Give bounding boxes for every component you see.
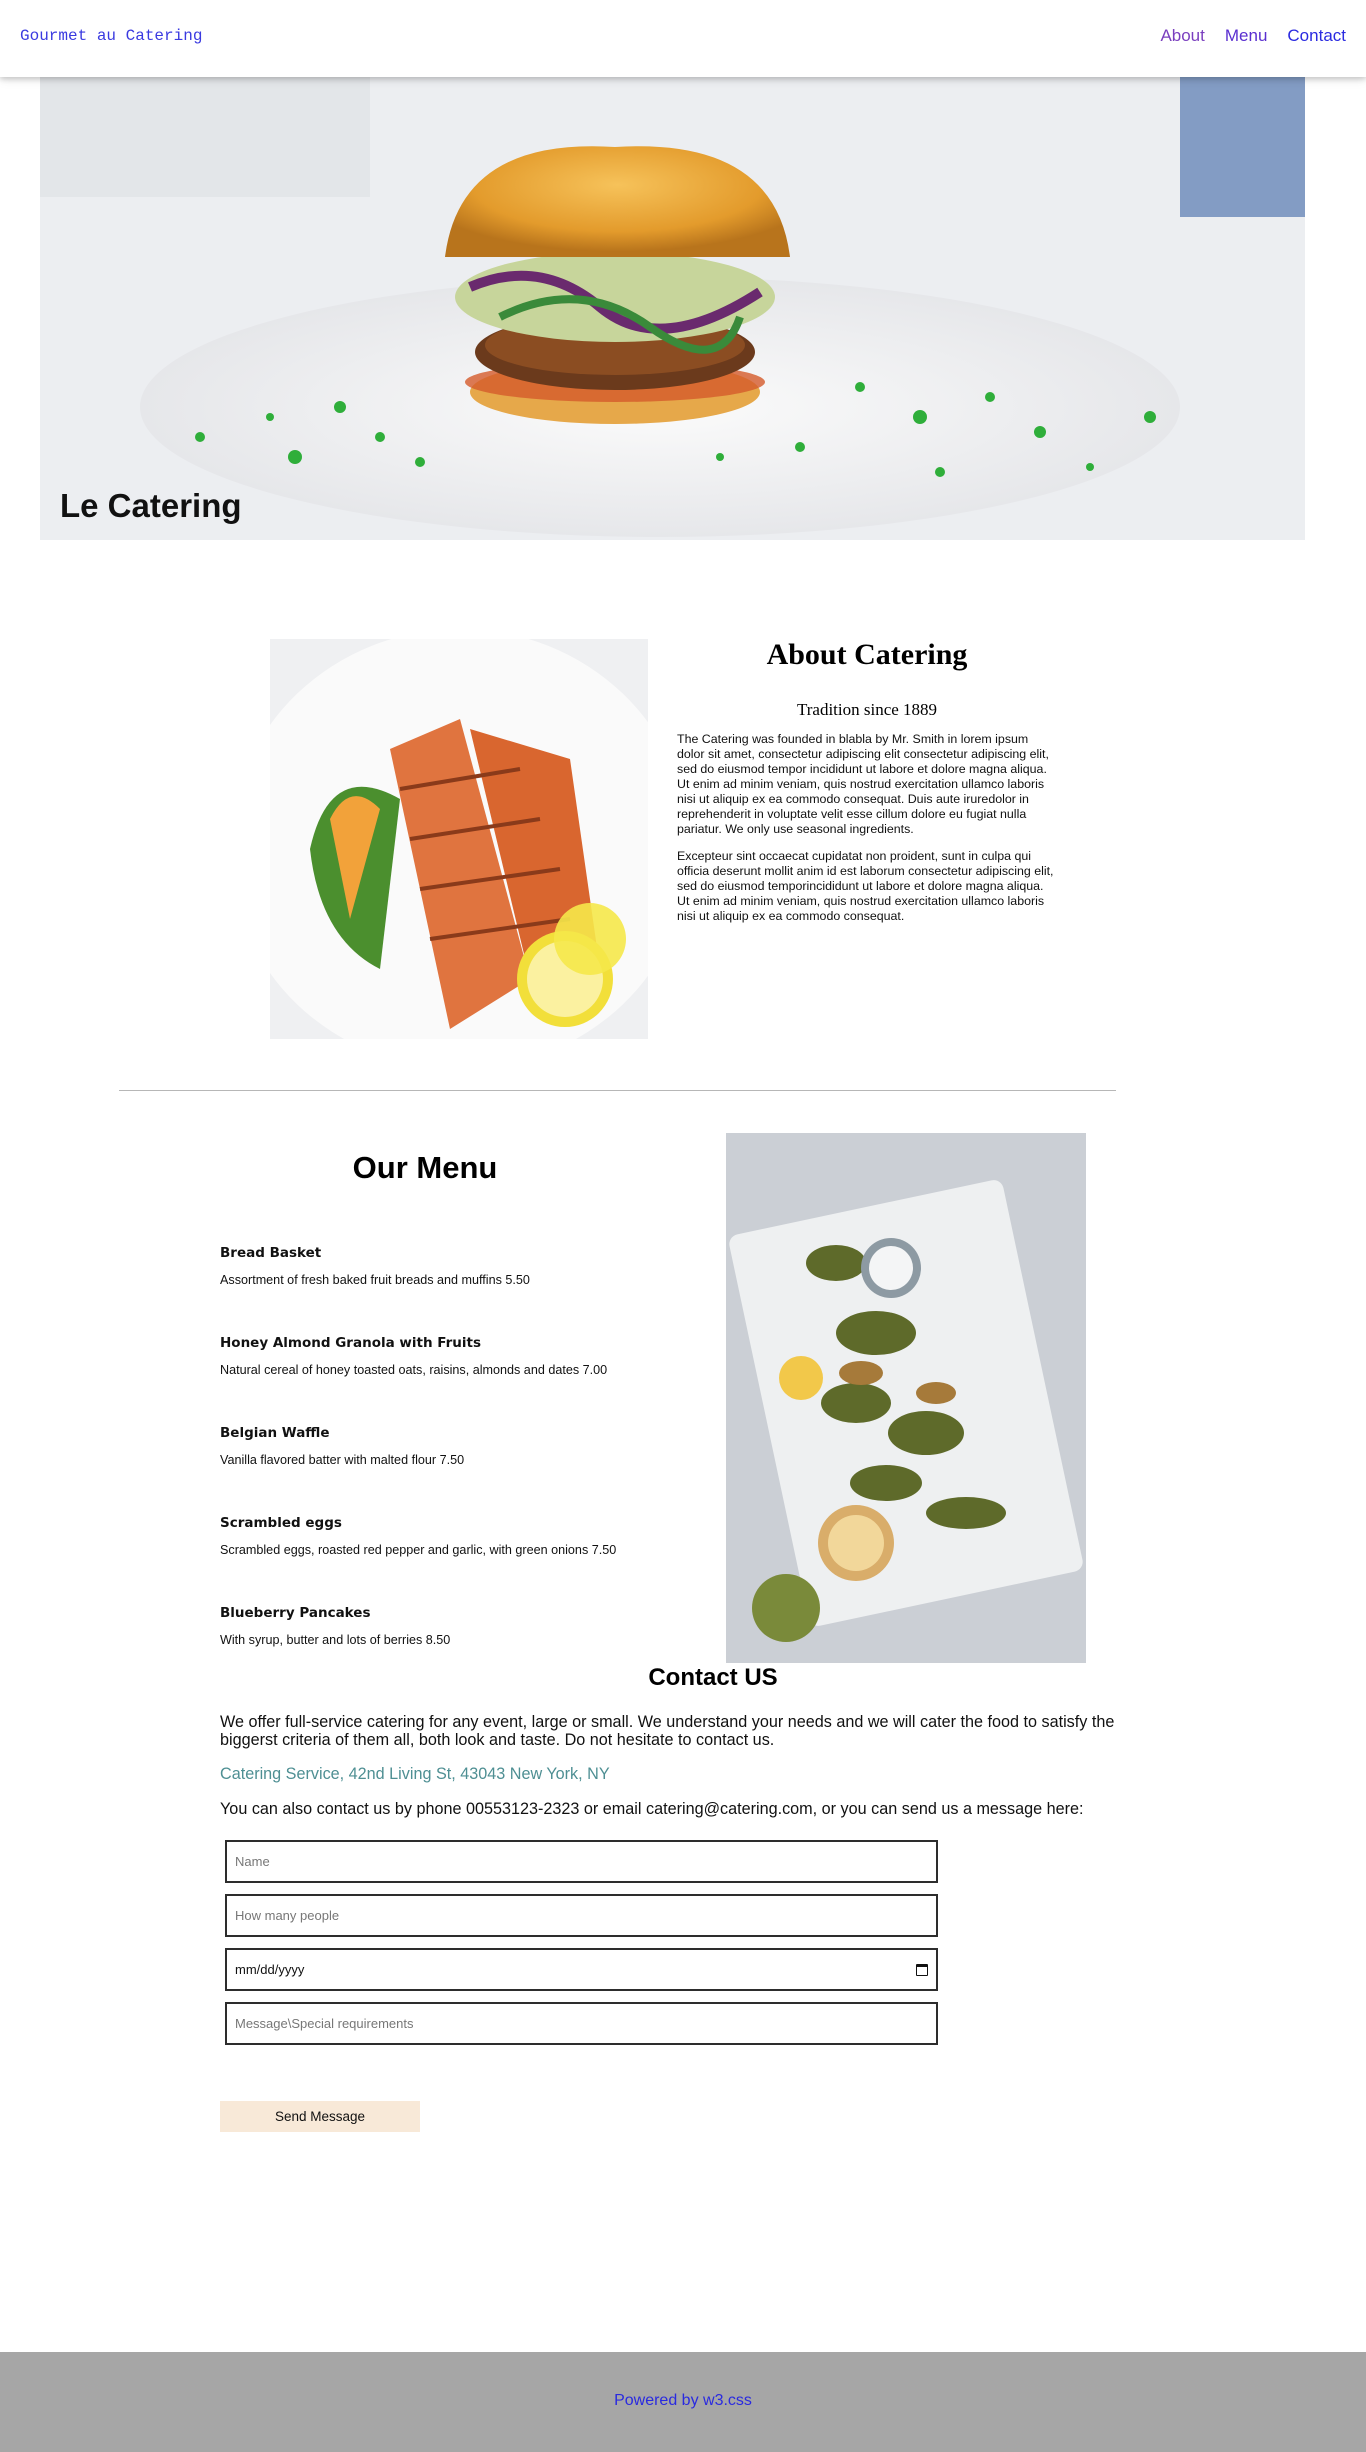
top-navbar: Gourmet au Catering About Menu Contact: [0, 0, 1366, 77]
menu-item: Honey Almond Granola with Fruits Natural…: [220, 1335, 700, 1425]
calendar-icon[interactable]: [916, 1963, 928, 1976]
nav-about-link[interactable]: About: [1160, 26, 1204, 46]
menu-item-desc: With syrup, butter and lots of berries 8…: [220, 1633, 451, 1647]
menu-item: Bread Basket Assortment of fresh baked f…: [220, 1245, 700, 1335]
menu-item-name: Blueberry Pancakes: [220, 1605, 371, 1621]
contact-phone-line: You can also contact us by phone 0055312…: [220, 1800, 1084, 1818]
about-title: About Catering: [766, 638, 968, 671]
message-field[interactable]: Message\Special requirements: [225, 2002, 938, 2045]
contact-title: Contact US: [648, 1664, 778, 1691]
hero-title: Le Catering: [60, 487, 242, 524]
menu-item-desc: Scrambled eggs, roasted red pepper and g…: [220, 1543, 617, 1557]
w3css-link[interactable]: w3.css: [703, 2392, 752, 2409]
menu-item: Scrambled eggs Scrambled eggs, roasted r…: [220, 1515, 700, 1605]
menu-item-desc: Assortment of fresh baked fruit breads a…: [220, 1273, 530, 1287]
nav-links: About Menu Contact: [1160, 26, 1346, 46]
contact-intro: We offer full-service catering for any e…: [220, 1713, 1115, 1749]
menu-item-desc: Vanilla flavored batter with malted flou…: [220, 1453, 465, 1467]
about-section: About Catering Tradition since 1889 The …: [677, 638, 1057, 936]
footer-prefix: Powered by: [614, 2392, 704, 2409]
menu-item-name: Bread Basket: [220, 1245, 322, 1261]
menu-item-name: Honey Almond Granola with Fruits: [220, 1335, 482, 1351]
tempura-plate-image: [726, 1133, 1086, 1663]
menu-list: Bread Basket Assortment of fresh baked f…: [220, 1245, 700, 1695]
date-field[interactable]: mm/dd/yyyy: [225, 1948, 938, 1991]
menu-item-name: Belgian Waffle: [220, 1425, 330, 1441]
send-message-button[interactable]: Send Message: [220, 2101, 420, 2132]
contact-address: Catering Service, 42nd Living St, 43043 …: [220, 1765, 610, 1783]
about-subtitle: Tradition since 1889: [796, 700, 938, 719]
footer: Powered by w3.css: [0, 2352, 1366, 2452]
about-paragraph: Excepteur sint occaecat cupidatat non pr…: [677, 849, 1054, 923]
hero-banner: Le Catering: [40, 77, 1305, 540]
menu-item-desc: Natural cereal of honey toasted oats, ra…: [220, 1363, 608, 1377]
section-divider: [119, 1090, 1116, 1091]
salmon-image: [270, 639, 648, 1039]
footer-credit: Powered by w3.css: [0, 2392, 1366, 2410]
menu-item-name: Scrambled eggs: [220, 1515, 342, 1531]
nav-menu-link[interactable]: Menu: [1225, 26, 1268, 46]
name-field[interactable]: Name: [225, 1840, 938, 1883]
hamburger-hero-image: [40, 77, 1305, 540]
about-paragraph: The Catering was founded in blabla by Mr…: [677, 732, 1049, 836]
menu-item: Belgian Waffle Vanilla flavored batter w…: [220, 1425, 700, 1515]
nav-contact-link[interactable]: Contact: [1287, 26, 1346, 46]
date-value: mm/dd/yyyy: [235, 1962, 305, 1977]
people-field[interactable]: How many people: [225, 1894, 938, 1937]
menu-title: Our Menu: [352, 1150, 498, 1185]
brand-link[interactable]: Gourmet au Catering: [20, 27, 202, 45]
